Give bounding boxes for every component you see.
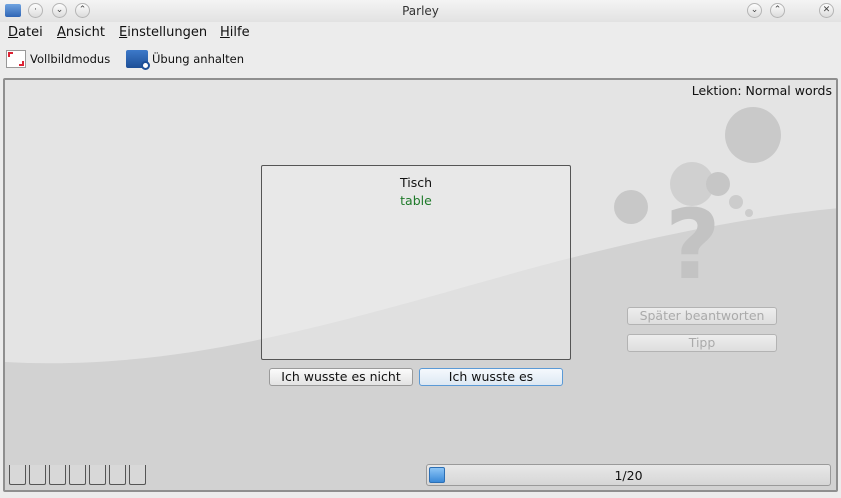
minimize-icon[interactable]: ⌄ bbox=[747, 3, 762, 18]
leitner-box bbox=[129, 465, 146, 485]
fullscreen-label: Vollbildmodus bbox=[30, 52, 111, 66]
pause-practice-label: Übung anhalten bbox=[152, 52, 244, 66]
menu-ansicht[interactable]: Ansicht bbox=[57, 25, 105, 40]
leitner-box bbox=[29, 465, 46, 485]
toolbar: Vollbildmodus Übung anhalten bbox=[0, 45, 841, 73]
lesson-label: Lektion: Normal words bbox=[691, 83, 832, 98]
menu-bar: Datei Ansicht Einstellungen Hilfe bbox=[0, 22, 841, 44]
leitner-box bbox=[109, 465, 126, 485]
answer-later-button[interactable]: Später beantworten bbox=[627, 307, 777, 325]
maximize-icon[interactable]: ⌃ bbox=[770, 3, 785, 18]
close-icon[interactable]: ✕ bbox=[819, 3, 834, 18]
menu-einstellungen[interactable]: Einstellungen bbox=[119, 25, 207, 40]
fullscreen-button[interactable]: Vollbildmodus bbox=[6, 49, 110, 69]
menu-datei[interactable]: Datei bbox=[8, 25, 43, 40]
title-bar: · ⌄ ⌃ Parley ⌄ ⌃ ✕ bbox=[0, 0, 841, 22]
svg-text:?: ? bbox=[665, 189, 721, 301]
answer-text: table bbox=[400, 193, 432, 208]
window-title: Parley bbox=[402, 4, 439, 18]
menu-hilfe[interactable]: Hilfe bbox=[220, 25, 250, 40]
pause-practice-icon bbox=[126, 50, 150, 70]
progress-bar: 1/20 bbox=[426, 464, 831, 486]
not-known-button[interactable]: Ich wusste es nicht bbox=[269, 368, 413, 386]
leitner-box bbox=[89, 465, 106, 485]
question-text: Tisch bbox=[399, 175, 433, 190]
known-button[interactable]: Ich wusste es bbox=[419, 368, 563, 386]
leitner-box bbox=[49, 465, 66, 485]
leitner-box bbox=[9, 465, 26, 485]
fullscreen-icon bbox=[6, 50, 26, 68]
leitner-box bbox=[69, 465, 86, 485]
flashcard: Tisch table bbox=[261, 165, 571, 360]
practice-area: ? Lektion: Normal words Tisch table Ich … bbox=[3, 78, 838, 492]
leitner-boxes bbox=[9, 465, 149, 485]
hint-button[interactable]: Tipp bbox=[627, 334, 777, 352]
pause-practice-button[interactable]: Übung anhalten bbox=[126, 49, 244, 70]
progress-text: 1/20 bbox=[614, 468, 643, 483]
